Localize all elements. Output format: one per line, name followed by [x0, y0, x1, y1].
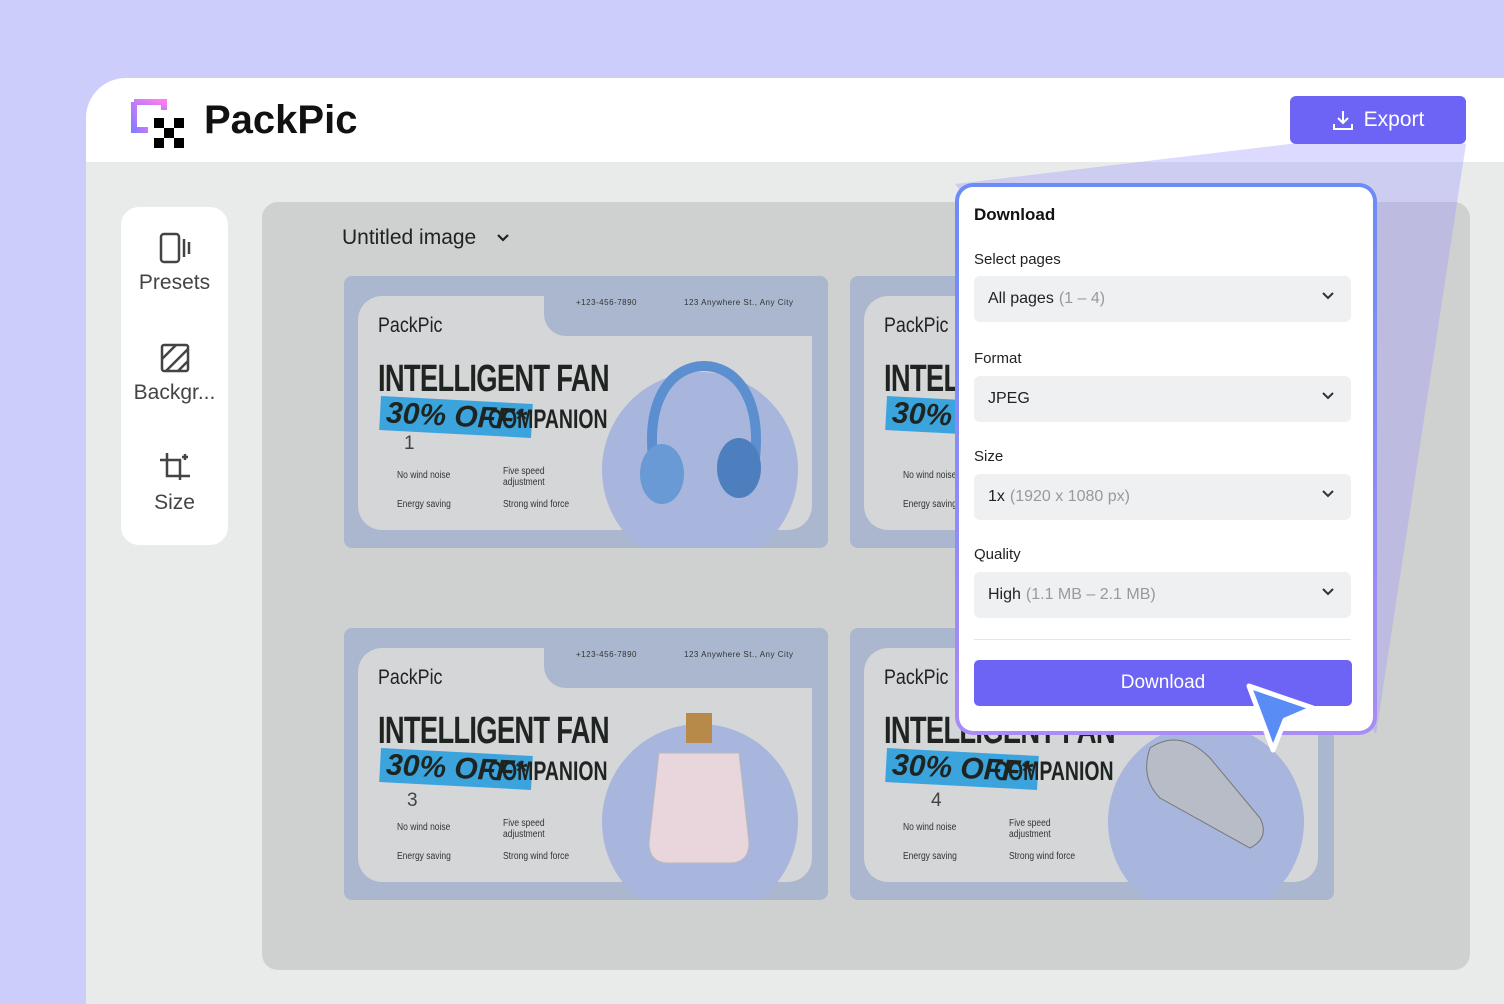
- divider: [974, 639, 1351, 640]
- page-thumbnail[interactable]: +123-456-7890 123 Anywhere St., Any City…: [344, 628, 828, 900]
- header: PackPic Export: [86, 78, 1504, 162]
- card-address: 123 Anywhere St., Any City: [684, 650, 794, 659]
- sidebar-item-label: Size: [154, 491, 195, 514]
- card-phone: +123-456-7890: [576, 650, 637, 659]
- page-number: 4: [931, 790, 942, 811]
- card-feature: No wind noise: [397, 822, 451, 833]
- cursor-pointer-icon: [1246, 683, 1316, 753]
- card-brand: PackPic: [884, 314, 949, 337]
- download-panel: Download Select pages All pages (1 – 4) F…: [955, 183, 1377, 735]
- image-title: Untitled image: [342, 226, 477, 249]
- sidebar-item-label: Presets: [138, 271, 211, 294]
- format-label: Format: [974, 350, 1022, 367]
- sidebar-item-background[interactable]: Backgr...: [121, 341, 228, 405]
- sidebar-item-size[interactable]: Size: [121, 451, 228, 515]
- quality-dropdown[interactable]: High (1.1 MB – 2.1 MB): [974, 572, 1351, 618]
- card-brand: PackPic: [884, 666, 949, 689]
- card-feature: Energy saving: [397, 499, 451, 510]
- page-thumbnail[interactable]: +123-456-7890 123 Anywhere St., Any City…: [344, 276, 828, 548]
- image-title-dropdown[interactable]: Untitled image: [342, 226, 510, 250]
- page-number: 1: [404, 433, 415, 454]
- crop-icon: [159, 453, 190, 480]
- format-dropdown[interactable]: JPEG: [974, 376, 1351, 422]
- sidebar: Presets Backgr... Size: [121, 207, 228, 545]
- card-subline: COMPANION: [488, 404, 608, 434]
- card-brand: PackPic: [378, 314, 443, 337]
- download-icon: [1332, 111, 1353, 130]
- card-feature: No wind noise: [903, 822, 957, 833]
- card-feature: No wind noise: [903, 470, 957, 481]
- sidebar-item-label: Backgr...: [133, 381, 216, 404]
- app-brand: PackPic: [204, 98, 358, 142]
- chevron-down-icon: [1322, 490, 1334, 498]
- export-label: Export: [1363, 108, 1425, 131]
- chevron-down-icon: [1322, 588, 1334, 596]
- card-feature: Energy saving: [903, 851, 957, 862]
- card-subline: COMPANION: [994, 756, 1114, 786]
- card-headline: INTELLIGENT FAN: [378, 358, 610, 400]
- select-value: All pages: [988, 290, 1054, 307]
- page-number: 3: [407, 790, 418, 811]
- card-subline: COMPANION: [488, 756, 608, 786]
- presets-icon: [159, 232, 190, 264]
- select-pages-label: Select pages: [974, 251, 1061, 268]
- headphones-image: [640, 360, 761, 504]
- chevron-down-icon: [1322, 392, 1334, 400]
- select-value: High: [988, 586, 1021, 603]
- select-value: 1x: [988, 488, 1005, 505]
- select-hint: (1.1 MB – 2.1 MB): [1025, 586, 1156, 603]
- perfume-image: [648, 713, 750, 864]
- card-address: 123 Anywhere St., Any City: [684, 298, 794, 307]
- card-phone: +123-456-7890: [576, 298, 637, 307]
- quality-label: Quality: [974, 546, 1021, 563]
- sidebar-item-presets[interactable]: Presets: [121, 231, 228, 295]
- card-feature: Strong wind force: [1009, 851, 1076, 862]
- chevron-down-icon: [1322, 292, 1334, 300]
- card-feature: Five speed adjustment: [503, 466, 545, 488]
- size-label: Size: [974, 448, 1004, 465]
- packpic-logo-icon: [131, 99, 184, 148]
- select-value: JPEG: [988, 390, 1030, 407]
- export-button[interactable]: Export: [1290, 96, 1466, 144]
- card-feature: Energy saving: [397, 851, 451, 862]
- select-pages-dropdown[interactable]: All pages (1 – 4): [974, 276, 1351, 322]
- card-feature: Energy saving: [903, 499, 957, 510]
- card-feature: Five speed adjustment: [503, 818, 545, 840]
- size-dropdown[interactable]: 1x (1920 x 1080 px): [974, 474, 1351, 520]
- card-feature: Five speed adjustment: [1009, 818, 1051, 840]
- card-brand: PackPic: [378, 666, 443, 689]
- background-icon: [160, 343, 189, 373]
- panel-title: Download: [974, 205, 1056, 224]
- select-hint: (1 – 4): [1058, 290, 1106, 307]
- card-feature: Strong wind force: [503, 851, 570, 862]
- card-headline: INTELLIGENT FAN: [378, 710, 610, 752]
- select-hint: (1920 x 1080 px): [1009, 488, 1130, 505]
- chevron-down-icon: [497, 234, 510, 242]
- card-feature: No wind noise: [397, 470, 451, 481]
- card-feature: Strong wind force: [503, 499, 570, 510]
